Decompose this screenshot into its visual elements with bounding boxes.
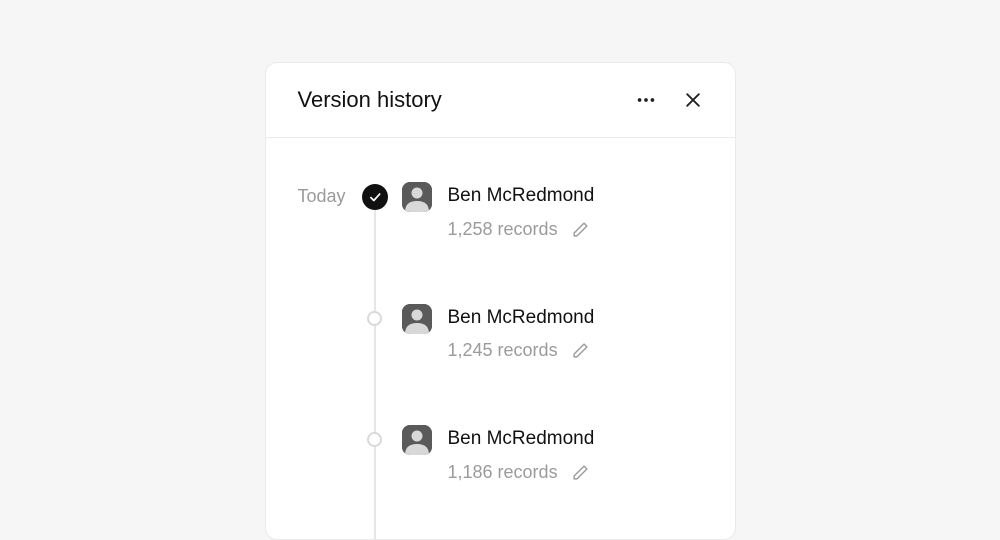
- record-count: 1,245 records: [448, 340, 558, 361]
- pencil-icon: [572, 221, 589, 238]
- timeline-marker-col: [362, 182, 388, 210]
- version-history-panel: Version history Today: [265, 62, 736, 540]
- version-entry[interactable]: Ben McRedmond 1,186 records: [298, 425, 703, 483]
- rename-button[interactable]: [572, 464, 589, 481]
- entry-text: Ben McRedmond 1,245 records: [448, 304, 703, 362]
- pencil-icon: [572, 342, 589, 359]
- version-entry[interactable]: Today Ben McRedmond 1,258: [298, 182, 703, 240]
- author-name: Ben McRedmond: [448, 182, 703, 211]
- panel-header: Version history: [266, 63, 735, 138]
- close-button[interactable]: [679, 86, 707, 114]
- record-count: 1,186 records: [448, 462, 558, 483]
- avatar: [402, 182, 432, 212]
- panel-title: Version history: [298, 87, 442, 113]
- close-icon: [683, 90, 703, 110]
- timeline-marker: [367, 311, 382, 326]
- entry-sub: 1,186 records: [448, 462, 703, 483]
- record-count: 1,258 records: [448, 219, 558, 240]
- author-name: Ben McRedmond: [448, 425, 703, 454]
- entry-text: Ben McRedmond 1,258 records: [448, 182, 703, 240]
- timeline-marker: [367, 432, 382, 447]
- header-actions: [631, 85, 707, 115]
- entry-text: Ben McRedmond 1,186 records: [448, 425, 703, 483]
- more-options-button[interactable]: [631, 85, 661, 115]
- version-entry[interactable]: Ben McRedmond 1,245 records: [298, 304, 703, 362]
- entry-sub: 1,258 records: [448, 219, 703, 240]
- check-icon: [368, 190, 382, 204]
- timeline-marker-col: [362, 425, 388, 447]
- author-name: Ben McRedmond: [448, 304, 703, 333]
- rename-button[interactable]: [572, 221, 589, 238]
- avatar: [402, 425, 432, 455]
- timeline-marker-col: [362, 304, 388, 326]
- avatar: [402, 304, 432, 334]
- timeline-marker-selected: [362, 184, 388, 210]
- entry-sub: 1,245 records: [448, 340, 703, 361]
- rename-button[interactable]: [572, 342, 589, 359]
- more-icon: [635, 89, 657, 111]
- day-label: Today: [298, 182, 362, 207]
- pencil-icon: [572, 464, 589, 481]
- panel-body: Today Ben McRedmond 1,258: [266, 138, 735, 483]
